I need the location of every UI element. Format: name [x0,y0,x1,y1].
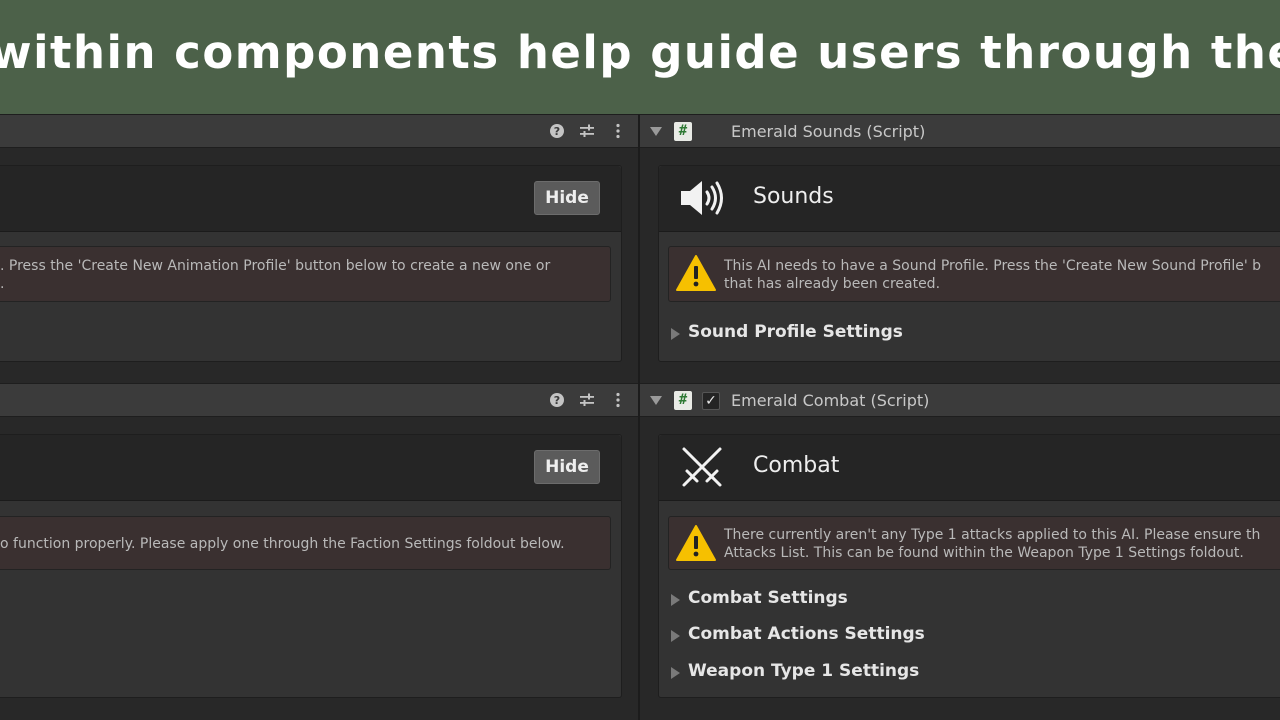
animation-component-panel: Hide . Press the 'Create New Animation P… [0,165,622,362]
component-enabled-checkbox[interactable]: ✓ [702,392,720,410]
script-icon: # [674,122,692,141]
foldout-triangle-icon [671,667,680,679]
warning-text-line1: o function properly. Please apply one th… [0,536,565,552]
hide-button[interactable]: Hide [534,450,600,484]
svg-text:?: ? [554,125,560,138]
foldout-label: Sound Profile Settings [688,322,903,342]
inspector-divider[interactable] [638,114,640,720]
emerald-sounds-header[interactable]: # Emerald Sounds (Script) [640,114,1280,148]
warning-text-line1: . Press the 'Create New Animation Profil… [0,258,551,274]
combat-title-bar: Combat [659,435,1280,501]
help-icon[interactable]: ? [549,392,565,408]
left-component-header-bottom[interactable]: ? [0,383,638,417]
faction-component-panel: Hide o function properly. Please apply o… [0,434,622,698]
component-foldout-arrow[interactable] [650,396,662,405]
sliders-icon[interactable] [579,123,595,139]
faction-title-bar: Hide [0,435,621,501]
foldout-label: Combat Settings [688,588,848,608]
section-title: Sounds [753,184,834,209]
emerald-combat-header[interactable]: # ✓ Emerald Combat (Script) [640,383,1280,417]
combat-component-panel: Combat There currently aren't any Type 1… [658,434,1280,698]
help-icon[interactable]: ? [549,123,565,139]
foldout-triangle-icon [671,328,680,340]
warning-triangle-icon [676,525,716,561]
foldout-label: Weapon Type 1 Settings [688,661,920,681]
section-title: Combat [753,453,840,478]
left-component-header-top[interactable]: ? [0,114,638,148]
sounds-warning-box: This AI needs to have a Sound Profile. P… [668,246,1280,302]
sliders-icon[interactable] [579,392,595,408]
warning-text-line2: . [0,276,5,292]
script-icon: # [674,391,692,410]
foldout-label: Combat Actions Settings [688,624,925,644]
kebab-menu-icon[interactable] [610,123,626,139]
animation-title-bar: Hide [0,166,621,232]
faction-warning-box: o function properly. Please apply one th… [0,516,611,570]
component-title: Emerald Combat (Script) [731,391,930,410]
warning-triangle-icon [676,255,716,291]
component-title: Emerald Sounds (Script) [731,122,926,141]
sounds-title-bar: Sounds [659,166,1280,232]
svg-text:?: ? [554,394,560,407]
combat-warning-box: There currently aren't any Type 1 attack… [668,516,1280,570]
speaker-icon [681,181,723,215]
animation-warning-box: . Press the 'Create New Animation Profil… [0,246,611,302]
tutorial-banner: within components help guide users throu… [0,0,1280,114]
warning-text-line2: that has already been created. [724,276,941,292]
warning-text-line2: Attacks List. This can be found within t… [724,545,1244,561]
sounds-component-panel: Sounds This AI needs to have a Sound Pro… [658,165,1280,362]
crossed-swords-icon [682,447,722,487]
warning-text-line1: There currently aren't any Type 1 attack… [724,527,1261,543]
foldout-triangle-icon [671,630,680,642]
banner-caption: within components help guide users throu… [0,26,1280,79]
warning-text-line1: This AI needs to have a Sound Profile. P… [724,258,1262,274]
component-foldout-arrow[interactable] [650,127,662,136]
hide-button[interactable]: Hide [534,181,600,215]
kebab-menu-icon[interactable] [610,392,626,408]
foldout-triangle-icon [671,594,680,606]
